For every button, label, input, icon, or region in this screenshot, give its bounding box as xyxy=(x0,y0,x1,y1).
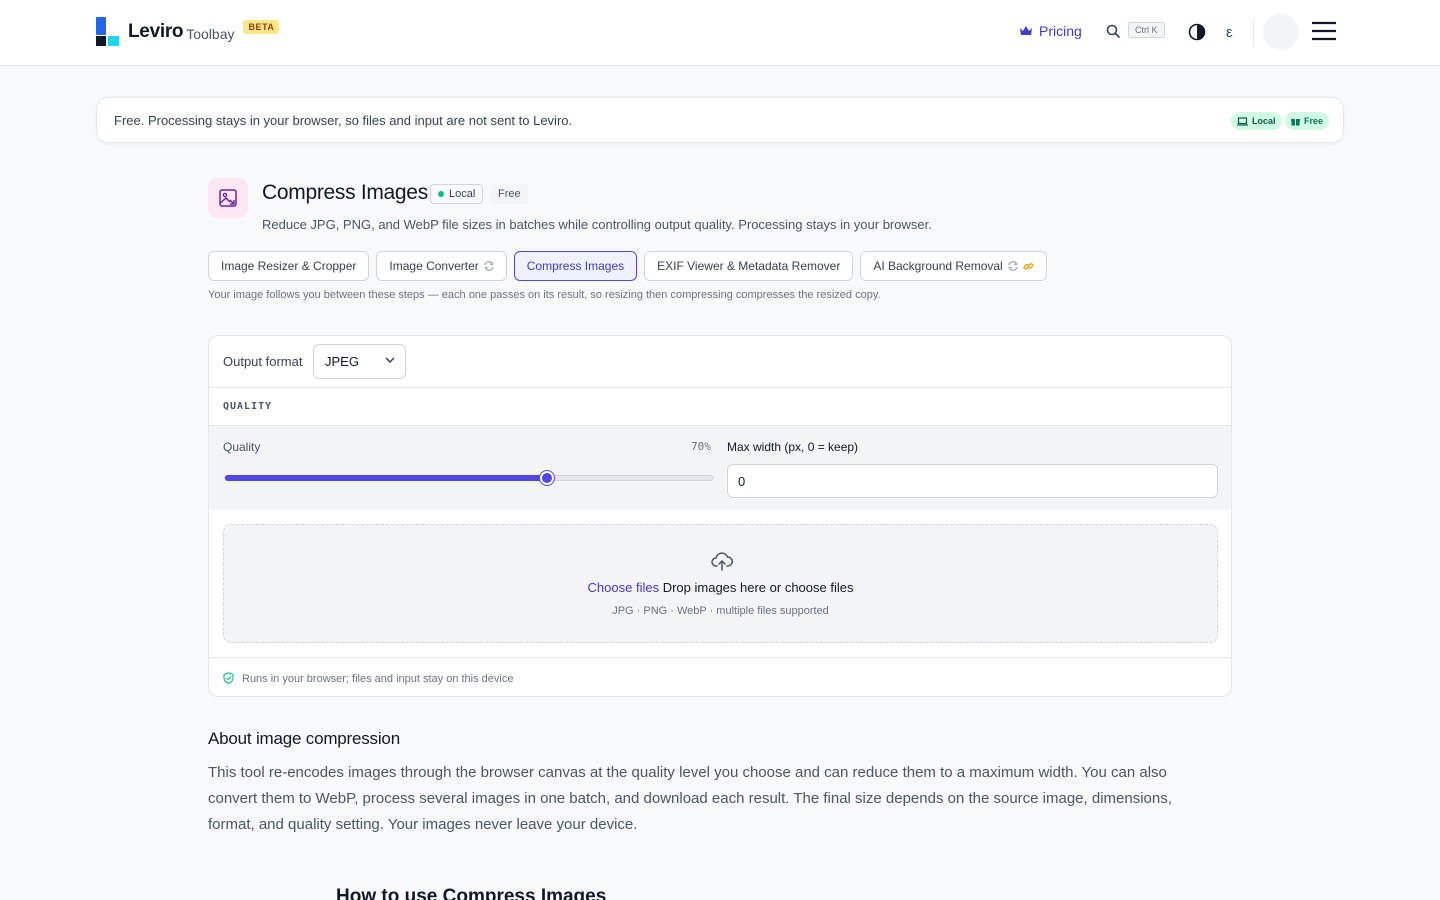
quality-slider[interactable] xyxy=(224,471,714,485)
language-switcher[interactable]: ε xyxy=(1226,24,1233,41)
tab-label: Image Resizer & Cropper xyxy=(221,259,357,273)
search-shortcut: Ctrl K xyxy=(1128,22,1165,38)
supported-formats: JPG · PNG · WebP · multiple files suppor… xyxy=(612,605,829,617)
hamburger-menu-icon[interactable] xyxy=(1312,21,1336,41)
privacy-notice: Free. Processing stays in your browser, … xyxy=(96,97,1344,143)
top-header: Leviro Toolbay BETA Pricing Ctrl K ε xyxy=(0,0,1440,66)
notice-local-label: Local xyxy=(1252,116,1276,126)
compress-settings-card: Output format JPEG QUALITY Quality 70% M… xyxy=(208,335,1232,697)
tool-steps-tabs: Image Resizer & Cropper Image Converter … xyxy=(208,251,1047,281)
chevron-down-icon xyxy=(385,357,395,364)
logo-mark-icon xyxy=(96,17,120,47)
max-width-label: Max width (px, 0 = keep) xyxy=(727,440,859,454)
status-dot xyxy=(438,191,444,197)
pricing-link[interactable]: Pricing xyxy=(1019,23,1082,39)
notice-free-label: Free xyxy=(1304,116,1324,126)
search-icon[interactable] xyxy=(1106,24,1120,38)
beta-badge: BETA xyxy=(243,20,280,34)
output-format-select[interactable]: JPEG xyxy=(313,344,406,379)
dropzone-text: Choose files Drop images here or choose … xyxy=(224,580,1217,595)
tab-ai-background-removal[interactable]: AI Background Removal xyxy=(860,251,1047,281)
cloud-upload-icon xyxy=(711,552,733,571)
section-title: QUALITY xyxy=(223,401,273,412)
tab-label: EXIF Viewer & Metadata Remover xyxy=(657,259,841,273)
max-width-input[interactable] xyxy=(727,464,1218,498)
brand-subtitle: Toolbay xyxy=(186,26,235,42)
quality-slider-thumb[interactable] xyxy=(540,471,555,485)
about-title: About image compression xyxy=(208,729,400,748)
privacy-footer-text: Runs in your browser; files and input st… xyxy=(242,673,514,685)
card-footer: Runs in your browser; files and input st… xyxy=(209,657,1231,696)
tab-image-resizer[interactable]: Image Resizer & Cropper xyxy=(208,251,370,281)
output-format-label: Output format xyxy=(223,354,303,369)
tab-image-converter[interactable]: Image Converter xyxy=(376,251,507,281)
sync-icon xyxy=(484,261,494,271)
notice-text: Free. Processing stays in your browser, … xyxy=(114,113,573,128)
shield-check-icon xyxy=(223,672,234,684)
image-dropzone[interactable]: Choose files Drop images here or choose … xyxy=(223,524,1218,643)
sync-icon xyxy=(1008,261,1018,271)
quality-label: Quality xyxy=(223,440,261,454)
tool-description: Reduce JPG, PNG, and WebP file sizes in … xyxy=(262,217,932,232)
tab-label: Compress Images xyxy=(526,259,625,273)
tabs-note: Your image follows you between these ste… xyxy=(208,289,881,301)
pricing-label: Pricing xyxy=(1039,23,1082,39)
quality-section-header: QUALITY xyxy=(209,388,1231,426)
output-format-row: Output format JPEG xyxy=(209,336,1231,388)
free-badge: Free xyxy=(491,184,528,204)
user-avatar[interactable] xyxy=(1263,14,1299,50)
quality-value: 70% xyxy=(691,440,711,453)
tab-label: Image Converter xyxy=(389,259,479,273)
quality-slider-fill xyxy=(225,475,548,481)
link-icon xyxy=(1023,262,1034,270)
brand-logo[interactable]: Leviro Toolbay BETA xyxy=(96,17,280,47)
brand-name: Leviro xyxy=(128,21,184,42)
output-format-value: JPEG xyxy=(325,354,359,369)
header-divider xyxy=(1253,20,1254,46)
page-title: Compress Images xyxy=(262,181,428,204)
tab-compress-images[interactable]: Compress Images xyxy=(513,251,638,281)
quality-row: Quality 70% Max width (px, 0 = keep) xyxy=(209,426,1231,510)
notice-free-pill: Free xyxy=(1285,112,1330,130)
gift-icon xyxy=(1291,118,1300,126)
local-badge-label: Local xyxy=(449,188,476,200)
compress-image-icon xyxy=(208,178,248,218)
tab-label: AI Background Removal xyxy=(873,259,1003,273)
crown-icon xyxy=(1020,26,1032,35)
dropzone-instructions: Drop images here or choose files xyxy=(662,580,854,595)
theme-toggle-icon[interactable] xyxy=(1188,23,1206,41)
about-body: This tool re-encodes images through the … xyxy=(208,764,1172,833)
choose-files-link[interactable]: Choose files xyxy=(588,580,660,595)
notice-local-pill: Local xyxy=(1231,112,1282,130)
local-badge: Local xyxy=(430,184,484,204)
tab-exif-viewer[interactable]: EXIF Viewer & Metadata Remover xyxy=(644,251,854,281)
howto-title: How to use Compress Images xyxy=(336,886,607,900)
laptop-icon xyxy=(1237,116,1248,126)
